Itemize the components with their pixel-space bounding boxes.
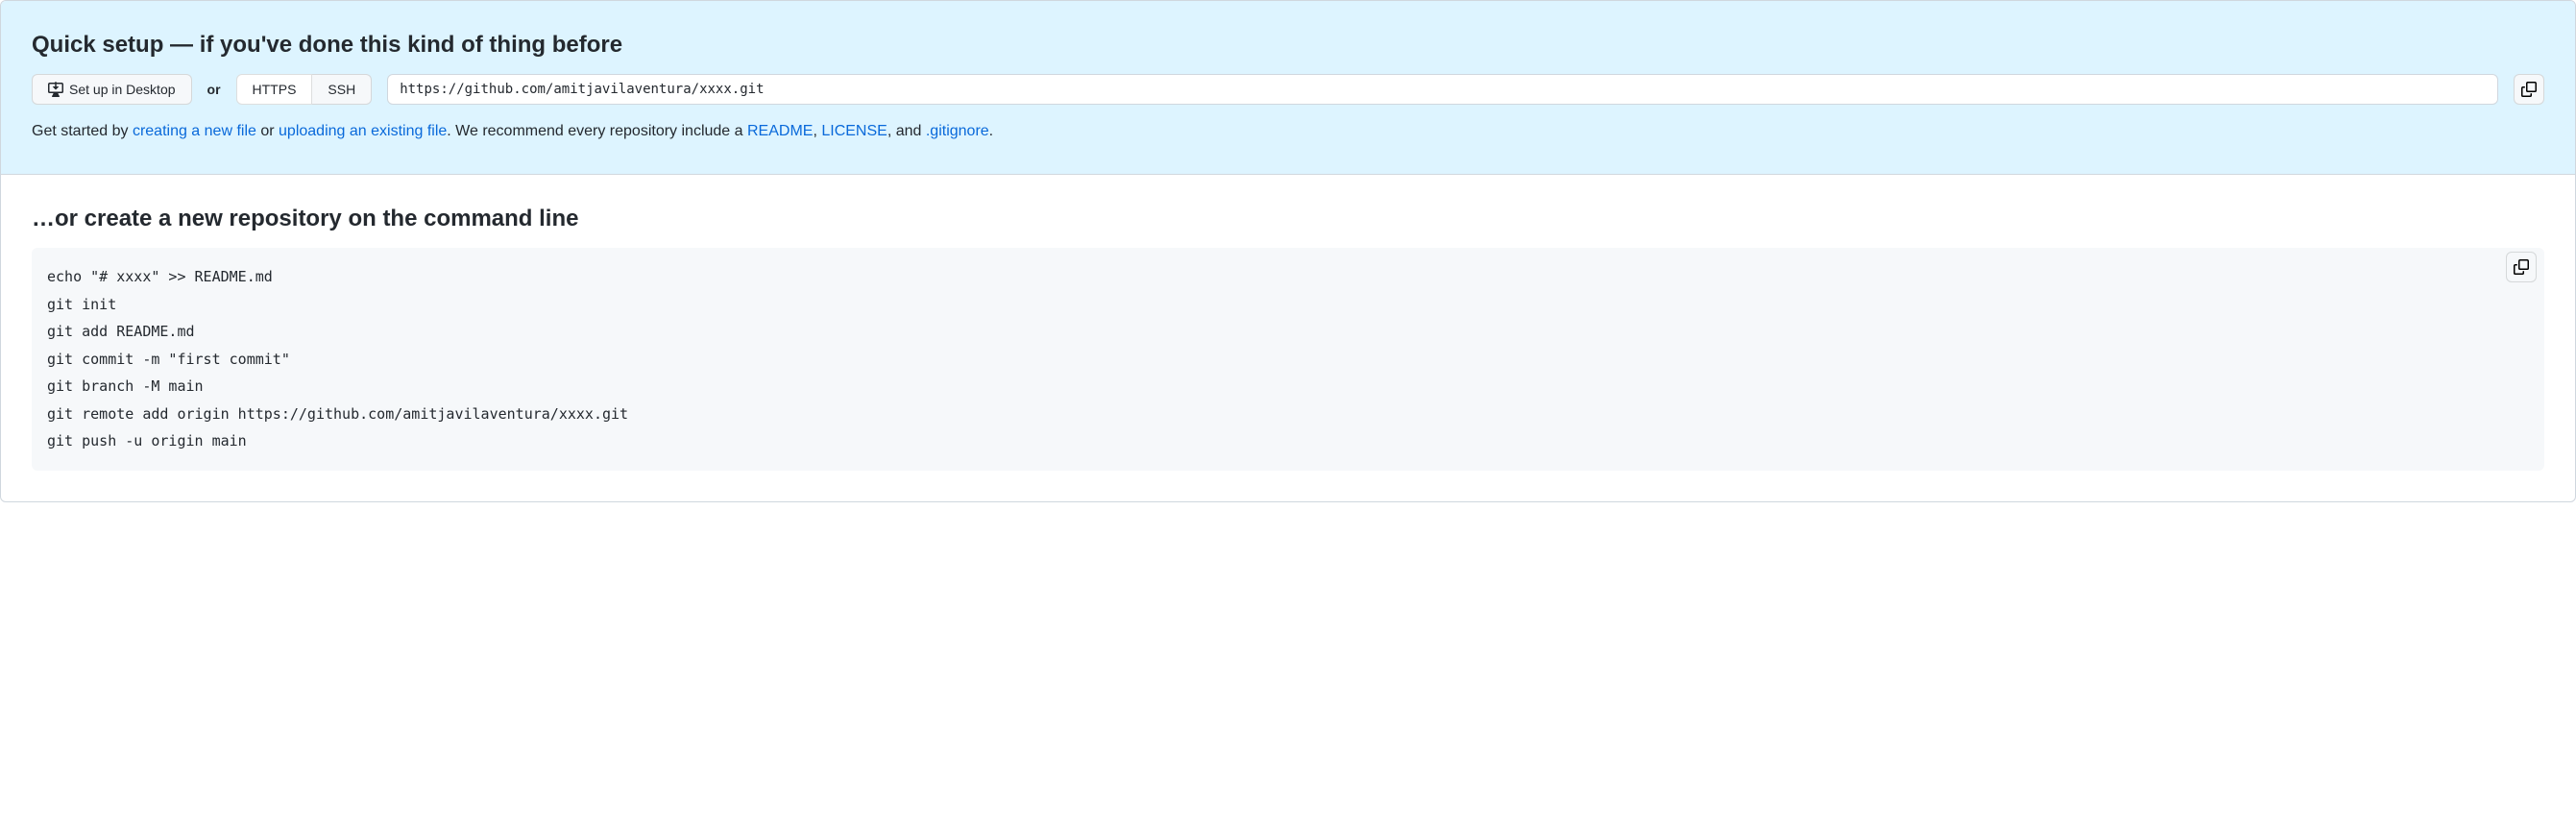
clipboard-icon [2514, 259, 2529, 275]
gitignore-link[interactable]: .gitignore [926, 123, 989, 139]
help-text-mid4: , and [887, 123, 926, 139]
upload-file-link[interactable]: uploading an existing file [279, 123, 447, 139]
copy-url-button[interactable] [2514, 74, 2544, 105]
setup-desktop-label: Set up in Desktop [69, 80, 176, 99]
or-separator: or [207, 82, 221, 97]
help-text-mid2: . We recommend every repository include … [447, 123, 747, 139]
clipboard-icon [2521, 82, 2537, 97]
copy-commands-button[interactable] [2506, 252, 2537, 282]
empty-repo-setup: Quick setup — if you've done this kind o… [0, 0, 2576, 502]
help-text-mid1: or [256, 123, 279, 139]
license-link[interactable]: LICENSE [821, 123, 887, 139]
command-line-title: …or create a new repository on the comma… [32, 206, 2544, 232]
help-text-prefix: Get started by [32, 123, 133, 139]
clone-url-input[interactable] [387, 74, 2498, 105]
quick-setup-section: Quick setup — if you've done this kind o… [1, 1, 2575, 175]
command-line-section: …or create a new repository on the comma… [1, 175, 2575, 501]
protocol-toggle: HTTPS SSH [236, 74, 373, 105]
readme-link[interactable]: README [747, 123, 813, 139]
setup-desktop-button[interactable]: Set up in Desktop [32, 74, 192, 105]
protocol-https-button[interactable]: HTTPS [236, 74, 313, 105]
help-text-mid3: , [813, 123, 821, 139]
command-line-code: echo "# xxxx" >> README.md git init git … [32, 248, 2544, 471]
protocol-ssh-button[interactable]: SSH [312, 74, 372, 105]
setup-controls-row: Set up in Desktop or HTTPS SSH [32, 74, 2544, 105]
help-text-suffix: . [989, 123, 993, 139]
quick-setup-title: Quick setup — if you've done this kind o… [32, 32, 2544, 59]
desktop-download-icon [48, 82, 63, 97]
quick-setup-help: Get started by creating a new file or up… [32, 120, 2544, 143]
create-new-file-link[interactable]: creating a new file [133, 123, 256, 139]
